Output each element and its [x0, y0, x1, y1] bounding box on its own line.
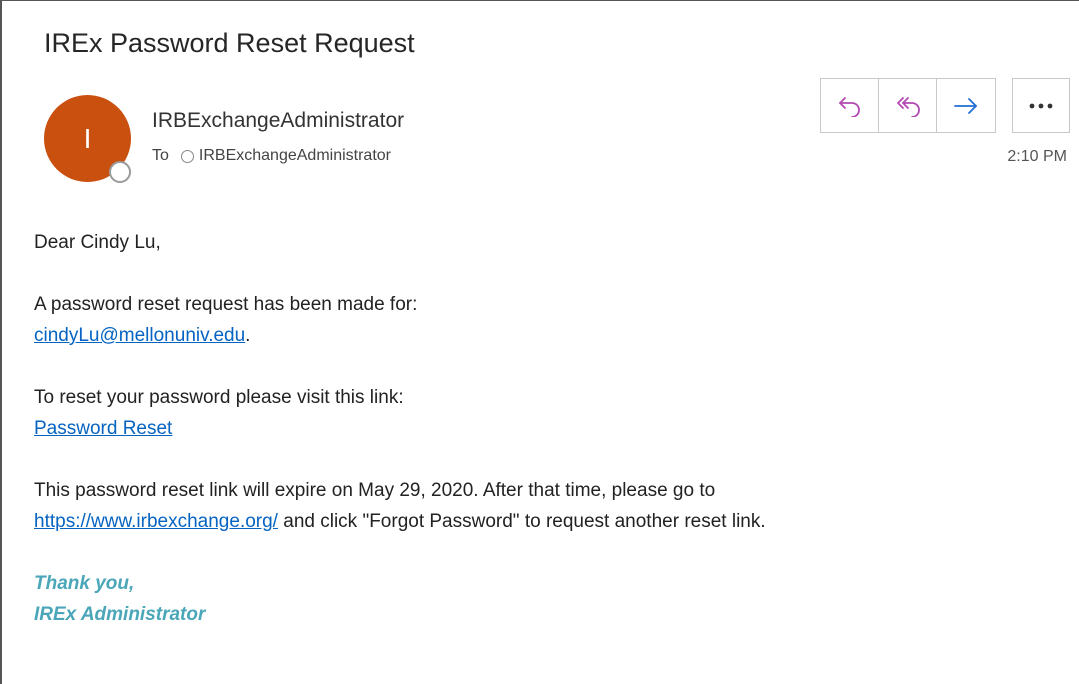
visit-text: To reset your password please visit this…: [34, 387, 404, 408]
reset-intro: A password reset request has been made f…: [34, 294, 418, 315]
greeting: Dear Cindy Lu,: [34, 232, 161, 253]
forward-button[interactable]: [937, 79, 995, 132]
email-body: Dear Cindy Lu, A password reset request …: [34, 227, 1074, 661]
account-email-suffix: .: [245, 325, 251, 346]
signoff: Thank you,: [34, 573, 135, 594]
site-suffix: and click "Forgot Password" to request a…: [277, 511, 766, 532]
recipient-row: To IRBExchangeAdministrator: [152, 147, 391, 165]
expire-paragraph: This password reset link will expire on …: [34, 475, 1074, 537]
reply-all-icon: [896, 96, 920, 117]
password-reset-link[interactable]: Password Reset: [34, 418, 172, 439]
reply-icon: [838, 96, 860, 117]
to-label: To: [152, 147, 169, 164]
sender-name[interactable]: IRBExchangeAdministrator: [152, 109, 404, 133]
reading-pane: IREx Password Reset Request I IRBExchang…: [0, 0, 1079, 684]
received-time: 2:10 PM: [1007, 148, 1067, 165]
account-email-link[interactable]: cindyLu@mellonuniv.edu: [34, 325, 245, 346]
expire-text: This password reset link will expire on …: [34, 480, 716, 501]
recipient-name[interactable]: IRBExchangeAdministrator: [199, 147, 391, 165]
signature-name: IREx Administrator: [34, 604, 206, 625]
visit-paragraph: To reset your password please visit this…: [34, 382, 1074, 444]
irbexchange-site-link[interactable]: https://www.irbexchange.org/: [34, 511, 278, 532]
forward-icon: [954, 97, 977, 114]
reply-all-button[interactable]: [879, 79, 937, 132]
more-icon: [1029, 103, 1053, 108]
more-actions-button[interactable]: [1012, 78, 1070, 133]
email-subject: IREx Password Reset Request: [44, 28, 415, 58]
signature-block: Thank you, IREx Administrator: [34, 568, 1074, 630]
message-actions: [820, 78, 996, 133]
presence-status-icon: [109, 161, 131, 183]
reset-paragraph: A password reset request has been made f…: [34, 289, 1074, 351]
reply-button[interactable]: [821, 79, 879, 132]
recipient-presence-icon: [180, 149, 194, 163]
